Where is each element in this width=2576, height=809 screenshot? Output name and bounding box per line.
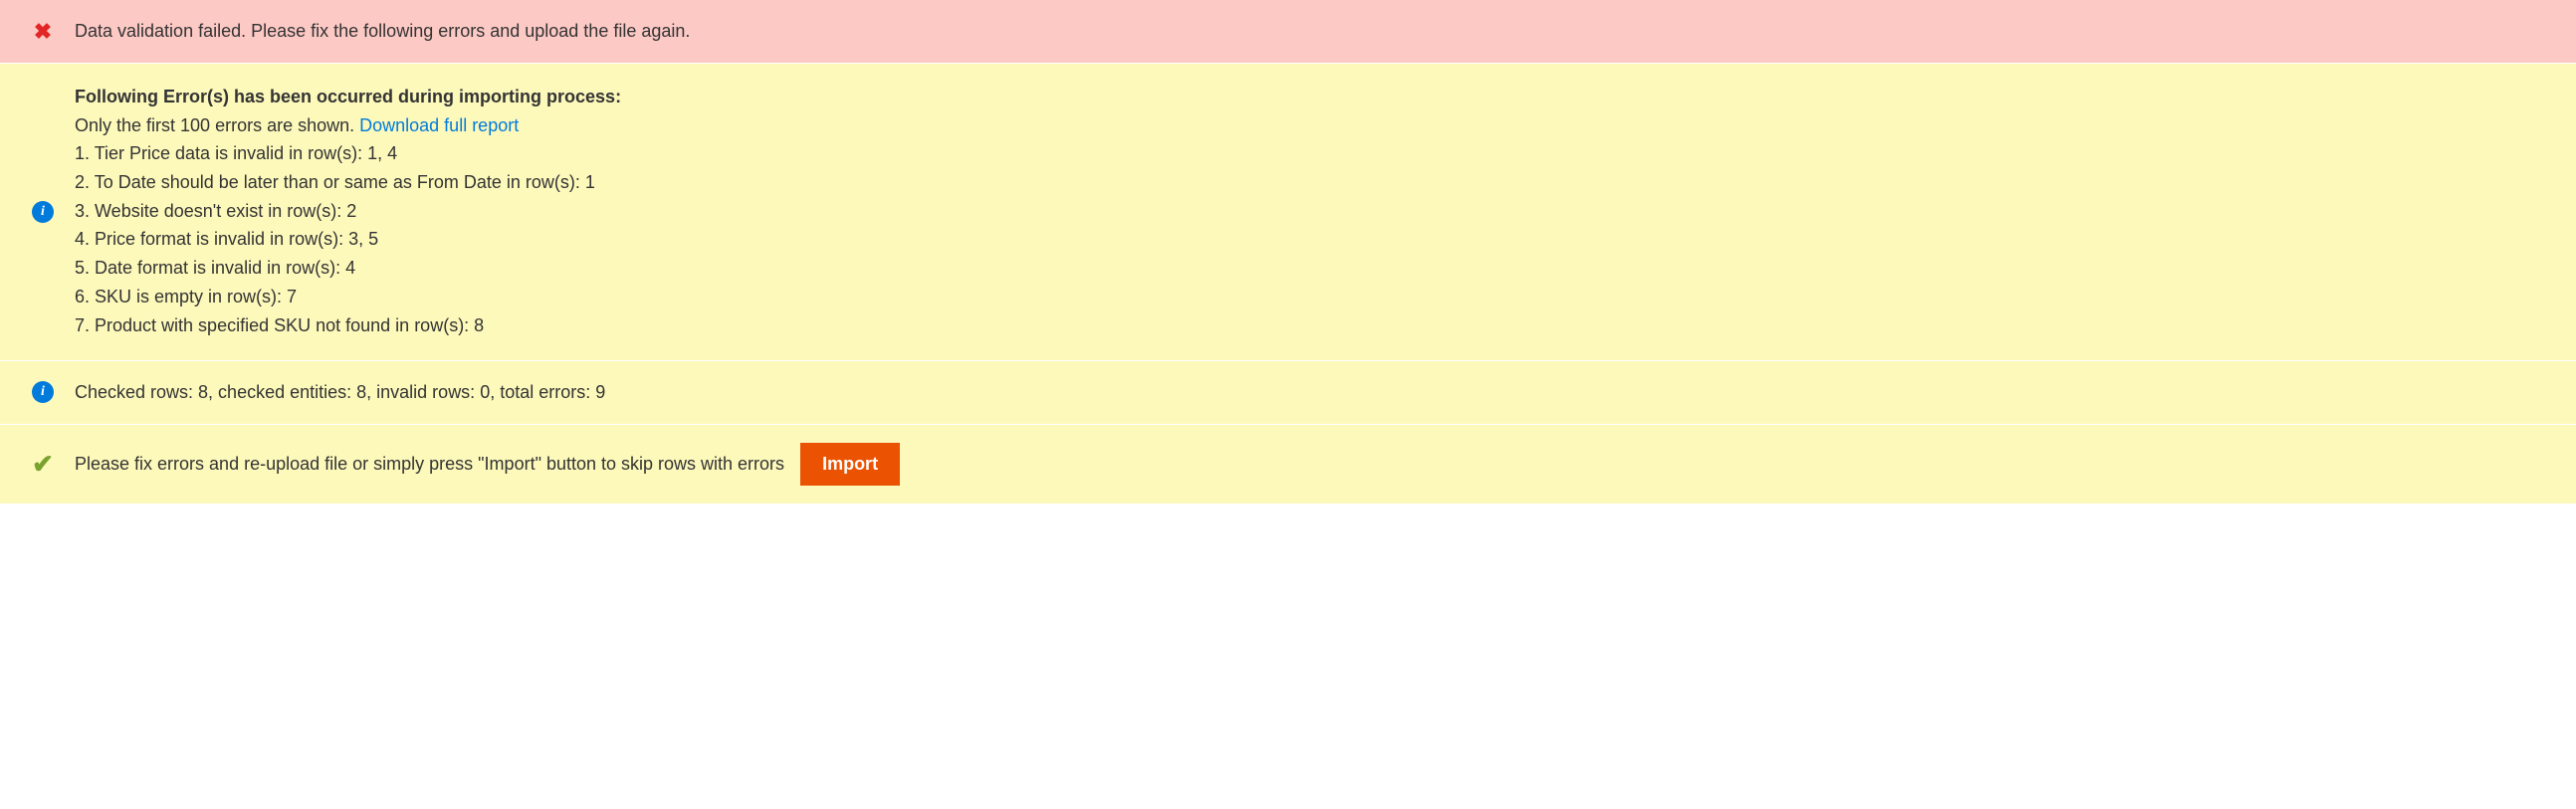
action-panel: ✔ Please fix errors and re-upload file o… (0, 424, 2576, 504)
check-icon: ✔ (32, 451, 54, 477)
error-item: 7. Product with specified SKU not found … (75, 311, 621, 340)
error-item: 2. To Date should be later than or same … (75, 168, 621, 197)
check-icon-wrapper: ✔ (32, 453, 54, 475)
import-button[interactable]: Import (800, 443, 900, 486)
summary-panel: i Checked rows: 8, checked entities: 8, … (0, 360, 2576, 424)
error-item: 4. Price format is invalid in row(s): 3,… (75, 225, 621, 254)
download-report-link[interactable]: Download full report (359, 115, 519, 135)
info-icon: i (32, 201, 54, 223)
summary-text: Checked rows: 8, checked entities: 8, in… (75, 379, 605, 406)
action-message: Please fix errors and re-upload file or … (75, 451, 784, 478)
error-message-text: Data validation failed. Please fix the f… (75, 18, 690, 45)
error-details-content: Following Error(s) has been occurred dur… (75, 84, 621, 340)
error-x-icon: ✖ (34, 21, 52, 43)
validation-error-panel: ✖ Data validation failed. Please fix the… (0, 0, 2576, 63)
info-icon-wrapper: i (32, 201, 54, 223)
error-icon-wrapper: ✖ (32, 21, 54, 43)
info-icon: i (32, 381, 54, 403)
error-item: 3. Website doesn't exist in row(s): 2 (75, 197, 621, 226)
error-list-subtitle: Only the first 100 errors are shown. Dow… (75, 112, 621, 139)
error-item: 6. SKU is empty in row(s): 7 (75, 283, 621, 311)
error-item: 1. Tier Price data is invalid in row(s):… (75, 139, 621, 168)
error-list-title: Following Error(s) has been occurred dur… (75, 84, 621, 110)
action-row: Please fix errors and re-upload file or … (75, 443, 900, 486)
error-prefix-text: Only the first 100 errors are shown. (75, 115, 359, 135)
error-item: 5. Date format is invalid in row(s): 4 (75, 254, 621, 283)
info-icon-wrapper: i (32, 381, 54, 403)
error-details-panel: i Following Error(s) has been occurred d… (0, 63, 2576, 360)
